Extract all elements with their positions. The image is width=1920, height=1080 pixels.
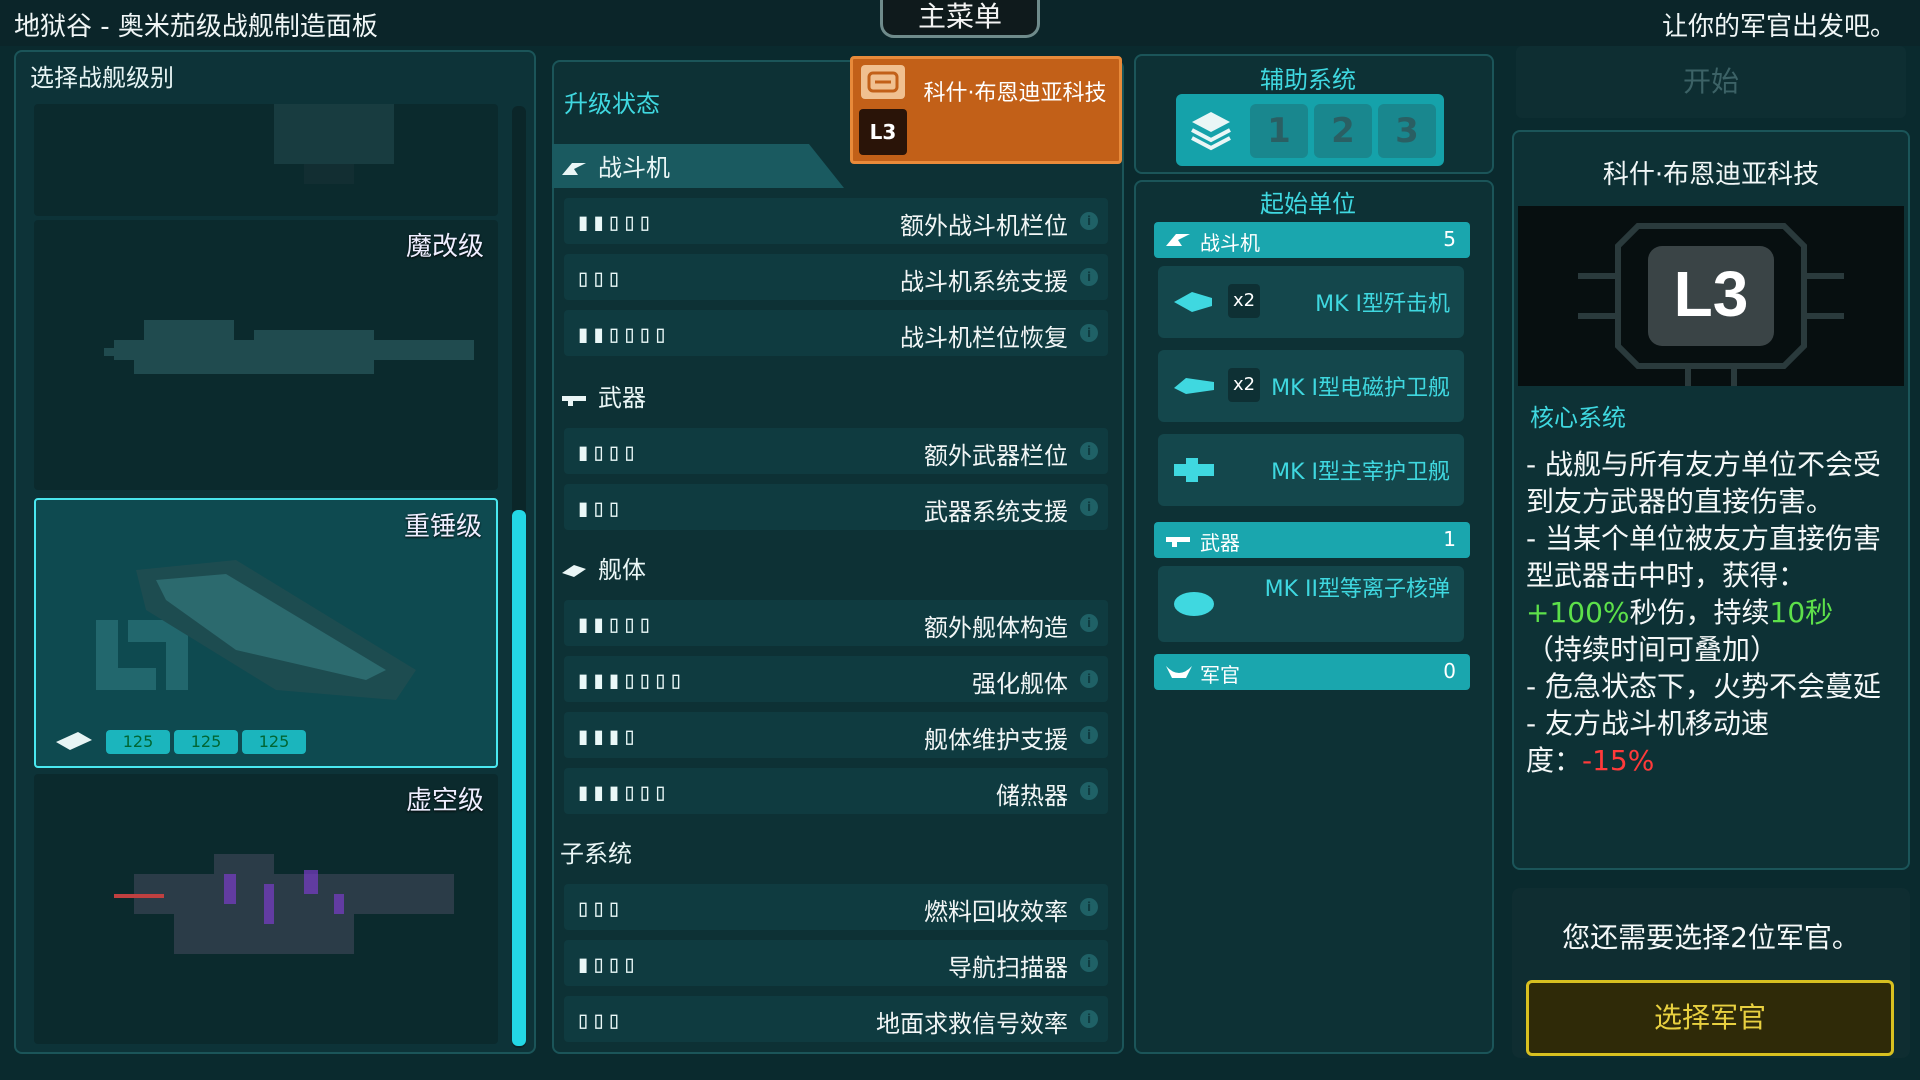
tech-description: - 战舰与所有友方单位不会受到友方武器的直接伤害。 - 当某个单位被友方直接伤害… xyxy=(1526,446,1886,779)
upgrade-row[interactable]: ▮▮▮▯▯▯▯ 强化舰体 i xyxy=(564,656,1108,702)
scrap-icon xyxy=(56,732,92,750)
upgrade-row[interactable]: ▮▮▯▯▯▯ 战斗机栏位恢复 i xyxy=(564,310,1108,356)
category-subsystem: 子系统 xyxy=(560,840,632,868)
info-icon: i xyxy=(1080,726,1098,744)
upgrade-row[interactable]: ▮▮▯▯▯ 额外战斗机栏位 i xyxy=(564,198,1108,244)
tech-emblem-icon xyxy=(861,65,905,99)
category-weapon: 武器 xyxy=(560,378,646,418)
unit-item[interactable]: x2 MK I型电磁护卫舰 xyxy=(1158,350,1464,422)
svg-text:L3: L3 xyxy=(1674,258,1749,330)
upgrade-row[interactable]: ▮▯▯▯ 导航扫描器 i xyxy=(564,940,1108,986)
info-icon: i xyxy=(1080,324,1098,342)
aux-slot-2[interactable]: 2 xyxy=(1314,104,1372,158)
unit-group-officer: 军官 0 xyxy=(1154,654,1470,690)
tech-label: 科什·布恩迪亚科技 xyxy=(923,81,1107,106)
upgrade-row[interactable]: ▮▮▯▯▯ 额外舰体构造 i xyxy=(564,600,1108,646)
fighter-icon xyxy=(1166,234,1190,246)
officer-icon xyxy=(1166,666,1192,678)
desc-line-4: - 友方战斗机移动速度：-15% xyxy=(1526,707,1770,777)
info-icon: i xyxy=(1080,212,1098,230)
aux-header: 辅助系统 xyxy=(1260,66,1356,94)
info-icon: i xyxy=(1080,954,1098,972)
window-title: 地狱谷 - 奥米茄级战舰制造面板 xyxy=(14,12,378,42)
ship-select-header: 选择战舰级别 xyxy=(30,64,174,92)
desc-line-1: - 战舰与所有友方单位不会受到友方武器的直接伤害。 xyxy=(1526,448,1882,518)
motto-text: 让你的军官出发吧。 xyxy=(1661,12,1896,42)
ship-card-mod[interactable]: 魔改级 xyxy=(34,220,498,490)
tech-image: L3 xyxy=(1518,206,1904,386)
tech-badge[interactable]: L3 科什·布恩迪亚科技 xyxy=(850,56,1122,164)
ship-card[interactable] xyxy=(34,104,498,216)
info-icon: i xyxy=(1080,670,1098,688)
upgrade-row[interactable]: ▮▯▯ 武器系统支援 i xyxy=(564,484,1108,530)
upgrade-header: 升级状态 xyxy=(564,90,660,118)
unit-group-weapon: 武器 1 xyxy=(1154,522,1470,558)
upgrade-row[interactable]: ▮▯▯▯ 额外武器栏位 i xyxy=(564,428,1108,474)
cost-badge: 125 xyxy=(106,730,170,754)
layers-icon xyxy=(1184,104,1238,158)
core-system-header: 核心系统 xyxy=(1530,404,1626,432)
info-icon: i xyxy=(1080,614,1098,632)
ship-name: 虚空级 xyxy=(405,786,484,816)
ship-card-hammer[interactable]: 重锤级 125 125 125 xyxy=(34,498,498,768)
unit-item[interactable]: MK I型主宰护卫舰 xyxy=(1158,434,1464,506)
upgrade-row[interactable]: ▯▯▯ 燃料回收效率 i xyxy=(564,884,1108,930)
category-fighter: 战斗机 xyxy=(560,148,670,188)
info-icon: i xyxy=(1080,898,1098,916)
emp-escort-icon xyxy=(1174,378,1214,394)
fighter-icon xyxy=(562,163,586,175)
ship-list-scroll-thumb[interactable] xyxy=(512,510,526,1046)
weapon-icon xyxy=(562,396,586,406)
weapon-icon xyxy=(1166,537,1190,547)
main-menu-button[interactable]: 主菜单 xyxy=(880,0,1040,38)
info-icon: i xyxy=(1080,782,1098,800)
desc-line-3: - 危急状态下，火势不会蔓延 xyxy=(1526,670,1882,703)
info-icon: i xyxy=(1080,498,1098,516)
upgrade-row[interactable]: ▯▯▯ 地面求救信号效率 i xyxy=(564,996,1108,1042)
aux-slot-3[interactable]: 3 xyxy=(1378,104,1436,158)
dominator-escort-icon xyxy=(1174,458,1214,482)
aux-slot-1[interactable]: 1 xyxy=(1250,104,1308,158)
category-hull: 舰体 xyxy=(560,550,646,590)
start-units-header: 起始单位 xyxy=(1260,190,1356,218)
l3-logo-icon: L3 xyxy=(1578,223,1844,386)
ship-card-void[interactable]: 虚空级 xyxy=(34,774,498,1044)
info-icon: i xyxy=(1080,268,1098,286)
unit-item[interactable]: MK II型等离子核弹 xyxy=(1158,566,1464,642)
desc-line-2: - 当某个单位被友方直接伤害型武器击中时，获得：+100%秒伤，持续10秒（持续… xyxy=(1526,522,1882,666)
unit-item[interactable]: x2 MK I型歼击机 xyxy=(1158,266,1464,338)
upgrade-row[interactable]: ▮▮▮▯ 舰体维护支援 i xyxy=(564,712,1108,758)
info-icon: i xyxy=(1080,442,1098,460)
cost-badge: 125 xyxy=(242,730,306,754)
upgrade-row[interactable]: ▮▮▮▯▯▯ 储热器 i xyxy=(564,768,1108,814)
ship-name: 重锤级 xyxy=(403,512,482,542)
l3-logo-icon: L3 xyxy=(859,109,907,155)
unit-group-fighter: 战斗机 5 xyxy=(1154,222,1470,258)
officer-note: 您还需要选择2位军官。 xyxy=(1562,921,1860,954)
ship-image xyxy=(274,104,394,184)
ship-name: 魔改级 xyxy=(405,232,484,262)
start-button[interactable]: 开始 xyxy=(1516,46,1906,118)
info-icon: i xyxy=(1080,1010,1098,1028)
upgrade-row[interactable]: ▯▯▯ 战斗机系统支援 i xyxy=(564,254,1108,300)
plasma-nuke-icon xyxy=(1174,592,1214,616)
select-officer-button[interactable]: 选择军官 xyxy=(1526,980,1894,1056)
cost-badge: 125 xyxy=(174,730,238,754)
interceptor-icon xyxy=(1174,292,1212,312)
tech-title: 科什·布恩迪亚科技 xyxy=(1602,160,1820,190)
hull-icon xyxy=(562,565,586,577)
